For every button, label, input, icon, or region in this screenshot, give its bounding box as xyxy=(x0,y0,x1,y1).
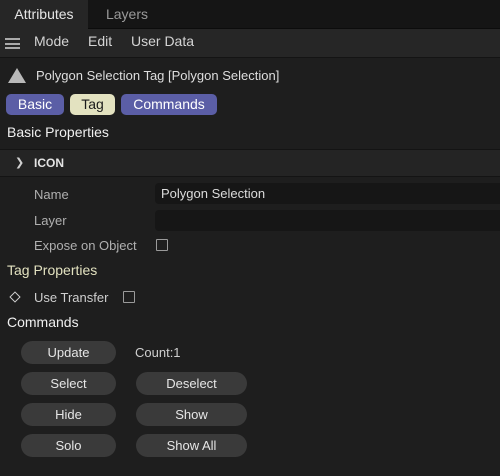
show-all-button[interactable]: Show All xyxy=(136,434,247,457)
menu-bar: Mode Edit User Data xyxy=(0,29,500,57)
name-label: Name xyxy=(34,187,69,202)
hamburger-menu-icon[interactable] xyxy=(5,38,20,49)
tab-layers[interactable]: Layers xyxy=(90,0,164,29)
select-button[interactable]: Select xyxy=(21,372,116,395)
menu-user-data[interactable]: User Data xyxy=(131,29,194,53)
hide-button[interactable]: Hide xyxy=(21,403,116,426)
pill-commands[interactable]: Commands xyxy=(121,94,217,115)
section-title-tag-properties: Tag Properties xyxy=(7,262,98,278)
object-title: Polygon Selection Tag [Polygon Selection… xyxy=(36,68,280,83)
diamond-keyframe-icon[interactable] xyxy=(9,291,21,303)
pill-basic[interactable]: Basic xyxy=(6,94,64,115)
panel-tab-bar: Attributes Layers xyxy=(0,0,500,29)
use-transfer-checkbox[interactable] xyxy=(123,291,135,303)
object-header: Polygon Selection Tag [Polygon Selection… xyxy=(0,57,500,91)
expose-on-object-label: Expose on Object xyxy=(34,238,137,253)
layer-label: Layer xyxy=(34,213,67,228)
deselect-button[interactable]: Deselect xyxy=(136,372,247,395)
layer-field[interactable] xyxy=(155,210,500,231)
triangle-polygon-icon xyxy=(8,68,26,83)
icon-group-row[interactable]: ❯ ICON xyxy=(0,150,500,176)
divider xyxy=(0,176,500,177)
menu-mode[interactable]: Mode xyxy=(34,29,69,53)
solo-button[interactable]: Solo xyxy=(21,434,116,457)
show-button[interactable]: Show xyxy=(136,403,247,426)
menu-edit[interactable]: Edit xyxy=(88,29,112,53)
count-readout: Count:1 xyxy=(135,345,181,360)
icon-group-label: ICON xyxy=(34,156,64,170)
section-title-commands: Commands xyxy=(7,314,79,330)
name-field[interactable]: Polygon Selection xyxy=(155,183,500,204)
expose-on-object-checkbox[interactable] xyxy=(156,239,168,251)
name-value: Polygon Selection xyxy=(161,186,266,201)
chevron-right-icon[interactable]: ❯ xyxy=(15,156,24,169)
update-button[interactable]: Update xyxy=(21,341,116,364)
tab-attributes[interactable]: Attributes xyxy=(0,0,88,29)
use-transfer-label: Use Transfer xyxy=(34,290,109,305)
pill-tag[interactable]: Tag xyxy=(70,94,115,115)
section-title-basic-properties: Basic Properties xyxy=(7,124,109,140)
